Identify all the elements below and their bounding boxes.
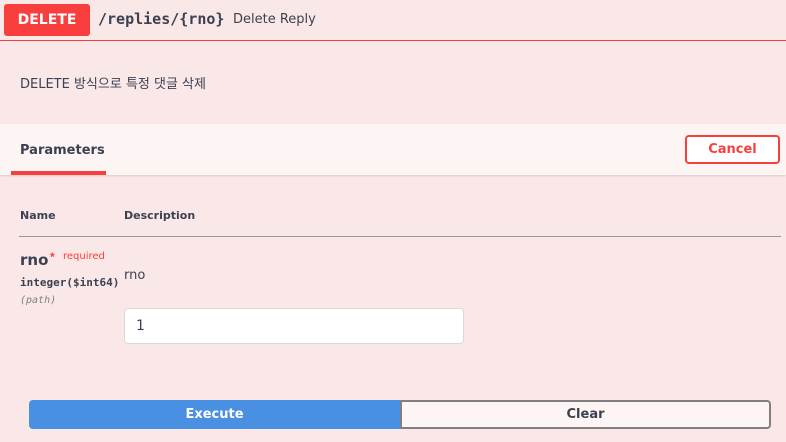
clear-button[interactable]: Clear bbox=[400, 400, 771, 429]
param-name: rno bbox=[20, 251, 49, 269]
endpoint-path: /replies/{rno} bbox=[98, 10, 225, 28]
required-star: * bbox=[50, 250, 55, 264]
operation-description: DELETE 방식으로 특정 댓글 삭제 bbox=[20, 77, 206, 92]
parameters-header: Parameters Cancel bbox=[0, 124, 786, 175]
column-header-name: Name bbox=[20, 209, 56, 222]
execute-button[interactable]: Execute bbox=[29, 400, 400, 429]
rno-input[interactable] bbox=[124, 308, 464, 344]
param-type: integer($int64) bbox=[20, 276, 120, 289]
table-divider bbox=[19, 236, 781, 237]
tab-parameters[interactable]: Parameters bbox=[20, 143, 105, 158]
param-description: rno bbox=[124, 268, 146, 283]
method-badge: DELETE bbox=[4, 4, 90, 36]
param-location: (path) bbox=[20, 295, 57, 306]
operation-header[interactable]: DELETE /replies/{rno} Delete Reply bbox=[0, 0, 786, 41]
cancel-button[interactable]: Cancel bbox=[685, 135, 780, 164]
endpoint-summary: Delete Reply bbox=[233, 12, 316, 27]
column-header-description: Description bbox=[124, 209, 196, 222]
tab-active-indicator bbox=[11, 171, 106, 175]
required-label: required bbox=[63, 251, 105, 262]
